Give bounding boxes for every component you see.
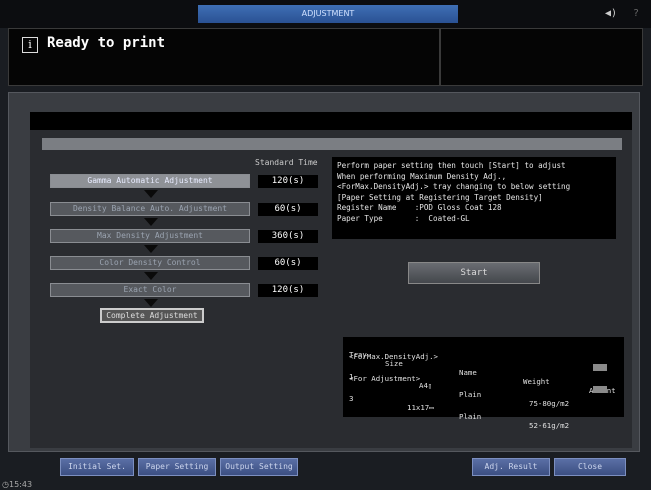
group-label: <ForMax.DensityAdj.> (349, 352, 438, 361)
amount-indicator (593, 386, 607, 393)
tray-table: Tray Size Name Weight Amount <ForMax.Den… (343, 337, 624, 430)
start-button[interactable]: Start (408, 262, 540, 284)
close-button[interactable]: Close (554, 458, 626, 476)
instruction-line: <ForMax.DensityAdj.> tray changing to be… (337, 182, 571, 191)
instruction-box: Perform paper setting then touch [Start]… (332, 157, 616, 239)
paper-weight: 75-80g/m2 (529, 399, 570, 408)
instruction-line: [Paper Setting at Registering Target Den… (337, 192, 543, 202)
down-arrow-icon (144, 272, 158, 280)
paper-setting-button[interactable]: Paper Setting (138, 458, 216, 476)
table-row: 3 11x17▭ Plain 52-61g/m2 (349, 385, 620, 430)
instruction-line: Perform paper setting then touch [Start]… (337, 161, 566, 170)
progress-strip (42, 138, 622, 150)
standard-time-header: Standard Time (255, 158, 318, 167)
step-time: 60(s) (258, 257, 318, 270)
step-density-balance[interactable]: Density Balance Auto. Adjustment (50, 202, 250, 216)
amount-indicator (593, 364, 607, 371)
tab-adjustment: ADJUSTMENT (198, 5, 458, 23)
paper-weight: 52-61g/m2 (529, 421, 570, 430)
down-arrow-icon (144, 218, 158, 226)
table-row: 1 A4▯ Plain 75-80g/m2 (349, 363, 620, 408)
clock-icon: ◷ (2, 480, 9, 489)
instruction-line: Register Name :POD Gloss Coat 128 (337, 203, 502, 212)
down-arrow-icon (144, 190, 158, 198)
instruction-line: When performing Maximum Density Adj., (337, 171, 507, 181)
complete-adjustment: Complete Adjustment (100, 308, 204, 323)
step-time: 120(s) (258, 284, 318, 297)
status-message: Ready to print (47, 35, 166, 51)
down-arrow-icon (144, 299, 158, 307)
down-arrow-icon (144, 245, 158, 253)
speaker-icon[interactable]: ◀) (600, 5, 622, 23)
table-header-row: Tray Size Name Weight Amount (349, 341, 620, 395)
message-side-panel (440, 28, 643, 86)
output-setting-button[interactable]: Output Setting (220, 458, 298, 476)
step-color-density-control[interactable]: Color Density Control (50, 256, 250, 270)
paper-name: Plain (459, 412, 482, 421)
tray-number: 3 (349, 394, 354, 403)
group-label: <For Adjustment> (349, 374, 421, 383)
adj-result-button[interactable]: Adj. Result (472, 458, 550, 476)
title-strip (30, 112, 632, 130)
step-exact-color[interactable]: Exact Color (50, 283, 250, 297)
step-max-density[interactable]: Max Density Adjustment (50, 229, 250, 243)
step-time: 120(s) (258, 175, 318, 188)
initial-set-button[interactable]: Initial Set. (60, 458, 134, 476)
paper-size: 11x17▭ (407, 403, 434, 412)
step-time: 60(s) (258, 203, 318, 216)
help-button[interactable]: ? (625, 5, 647, 23)
step-gamma-automatic-adjustment[interactable]: Gamma Automatic Adjustment (50, 174, 250, 188)
clock-time: 15:43 (8, 480, 33, 489)
clock: ◷15:43 (2, 480, 32, 489)
message-area: i Ready to print (8, 28, 440, 86)
step-time: 360(s) (258, 230, 318, 243)
instruction-line: Paper Type : Coated-GL (337, 213, 470, 223)
info-icon: i (22, 37, 38, 53)
